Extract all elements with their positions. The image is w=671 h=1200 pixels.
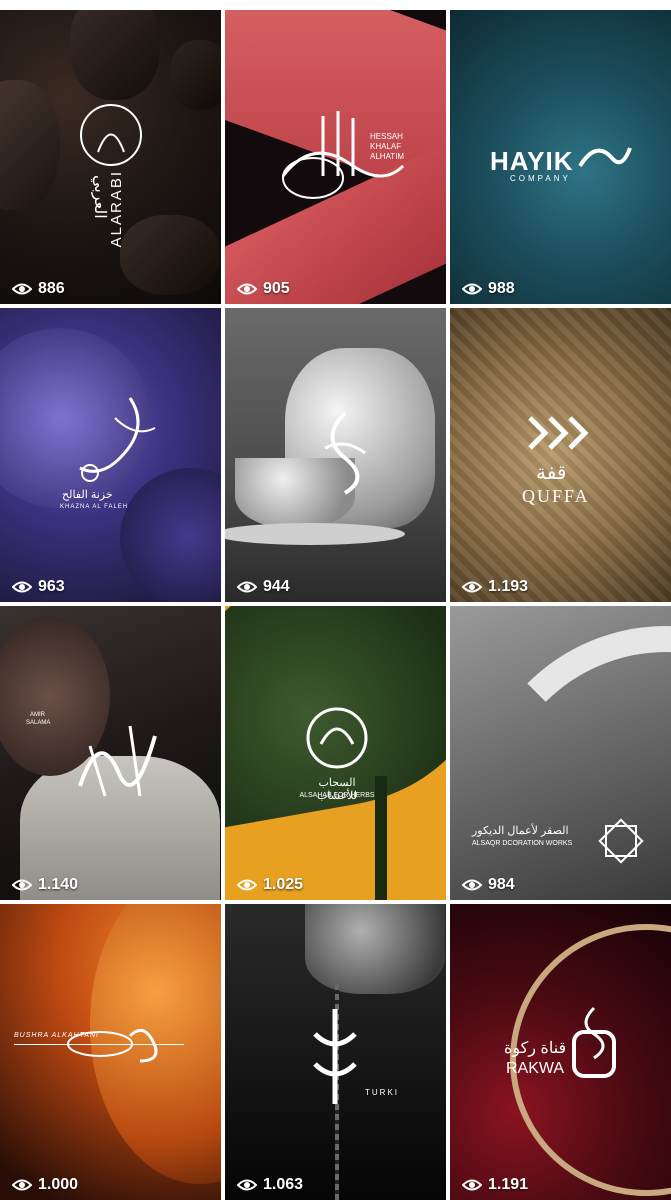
logo-mark	[528, 416, 589, 450]
view-count-value: 1.193	[488, 578, 529, 595]
view-count-value: 886	[38, 280, 65, 297]
logo-latin: RAKWA	[506, 1060, 565, 1077]
eye-icon	[237, 283, 257, 295]
view-count: 1.193	[462, 578, 528, 596]
eye-icon	[462, 581, 482, 593]
post-tile-quffa[interactable]: قفة QUFFA 1.193	[450, 308, 671, 602]
logo-mark	[313, 1009, 357, 1104]
post-tile-bushra[interactable]: BUSHRA ALKAHTANI 1.000	[0, 904, 221, 1200]
logo-mark	[578, 147, 632, 168]
logo-line: AMIR	[30, 712, 45, 718]
eye-icon	[12, 879, 32, 891]
view-count: 1.000	[12, 1176, 78, 1194]
logo-sub: COMPANY	[510, 174, 571, 183]
post-image	[0, 10, 221, 304]
post-tile-hayik[interactable]: HAYIK COMPANY 988	[450, 10, 671, 304]
logo-latin: QUFFA	[522, 486, 590, 506]
view-count-value: 1.000	[38, 1176, 79, 1193]
view-count: 905	[237, 280, 290, 298]
post-image	[225, 10, 446, 304]
logo-line: HESSAH	[370, 132, 403, 141]
view-count: 984	[462, 876, 515, 894]
view-count-value: 905	[263, 280, 290, 297]
logo-arabic: العربي	[91, 175, 108, 219]
logo-latin: ALARABI	[108, 170, 125, 248]
post-tile-teapot[interactable]: 944	[225, 308, 446, 602]
view-count-value: 1.191	[488, 1176, 529, 1193]
eye-icon	[462, 879, 482, 891]
view-count-value: 944	[263, 578, 290, 595]
logo-mark	[598, 818, 644, 864]
logo-arabic: الصقر لأعمال الديكور	[472, 825, 569, 837]
logo-mark	[306, 707, 368, 769]
view-count-value: 1.063	[263, 1176, 304, 1193]
view-count-value: 988	[488, 280, 515, 297]
logo-latin: ALSAQR DCORATION WORKS	[472, 840, 573, 847]
view-count: 1.191	[462, 1176, 528, 1194]
logo-latin: ALSAHAB FOR HERBS	[299, 792, 375, 799]
view-count: 944	[237, 578, 290, 596]
logo-arabic: خزنة الفالح	[62, 489, 113, 501]
post-tile-rakwa[interactable]: قناة ركوة RAKWA 1.191	[450, 904, 671, 1200]
eye-icon	[462, 283, 482, 295]
logo-mark	[79, 397, 156, 482]
logo-line: SALAMA	[26, 720, 51, 726]
logo-mark	[78, 725, 157, 797]
logo-arabic: قفة	[536, 462, 567, 484]
post-tile-alarabi[interactable]: العربي ALARABI 886	[0, 10, 221, 304]
logo-latin: KHAZNA AL FALEH	[60, 504, 129, 510]
eye-icon	[237, 879, 257, 891]
view-count: 1.063	[237, 1176, 303, 1194]
view-count: 1.025	[237, 876, 303, 894]
view-count: 1.140	[12, 876, 78, 894]
post-tile-khazna[interactable]: خزنة الفالح KHAZNA AL FALEH 963	[0, 308, 221, 602]
logo-latin: TURKI	[365, 1088, 399, 1097]
post-tile-hessah[interactable]: HESSAH KHALAF ALHATIM 905	[225, 10, 446, 304]
logo-mark	[572, 1006, 616, 1078]
view-count: 963	[12, 578, 65, 596]
post-tile-turki[interactable]: TURKI 1.063	[225, 904, 446, 1200]
eye-icon	[12, 283, 32, 295]
post-grid: العربي ALARABI 886 HESSAH KHALAF ALHATIM…	[0, 0, 671, 1200]
eye-icon	[237, 581, 257, 593]
post-tile-alsahab[interactable]: السحاب للأعشاب ALSAHAB FOR HERBS 1.025	[225, 606, 446, 900]
view-count-value: 963	[38, 578, 65, 595]
logo-mark	[67, 1028, 158, 1063]
view-count-value: 984	[488, 876, 515, 893]
eye-icon	[237, 1179, 257, 1191]
view-count: 988	[462, 280, 515, 298]
post-tile-alsaqr[interactable]: الصقر لأعمال الديكور ALSAQR DCORATION WO…	[450, 606, 671, 900]
view-count-value: 1.025	[263, 876, 304, 893]
eye-icon	[12, 581, 32, 593]
eye-icon	[462, 1179, 482, 1191]
view-count-value: 1.140	[38, 876, 79, 893]
post-tile-amir[interactable]: AMIR SALAMA 1.140	[0, 606, 221, 900]
logo-mark	[324, 411, 366, 495]
view-count: 886	[12, 280, 65, 298]
logo-line: ALHATIM	[370, 152, 405, 161]
eye-icon	[12, 1179, 32, 1191]
logo-line: KHALAF	[370, 142, 402, 151]
logo-arabic: قناة ركوة	[504, 1040, 567, 1057]
logo-latin: BUSHRA ALKAHTANI	[14, 1032, 99, 1039]
logo-latin: HAYIK	[490, 146, 574, 176]
